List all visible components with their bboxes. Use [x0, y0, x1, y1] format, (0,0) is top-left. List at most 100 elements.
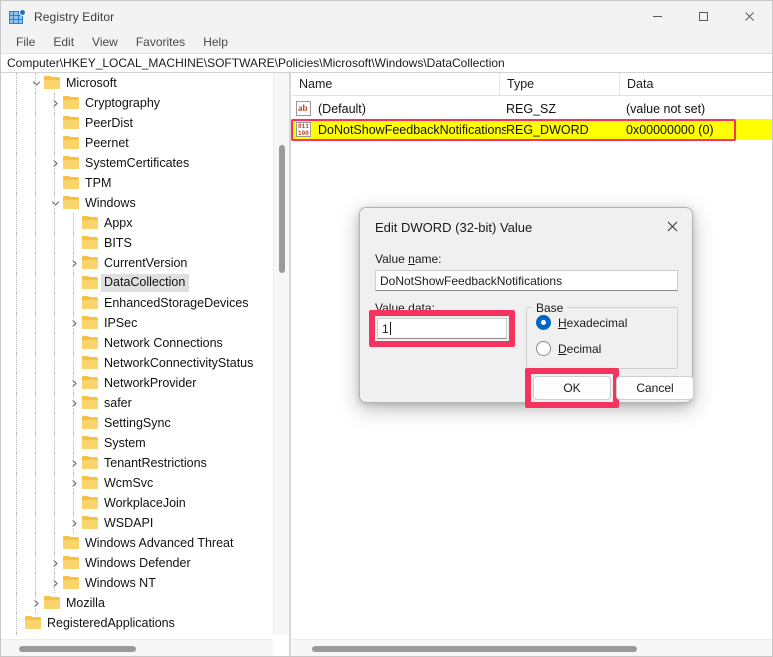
tree-item-networkconnectivitystatus[interactable]: NetworkConnectivityStatus — [1, 353, 273, 373]
tree-item-peerdist[interactable]: PeerDist — [1, 113, 273, 133]
menu-favorites[interactable]: Favorites — [127, 33, 194, 52]
tree-item-mozilla[interactable]: Mozilla — [1, 593, 273, 613]
tree-item-wcmsvc[interactable]: WcmSvc — [1, 473, 273, 493]
tree-item-systemcertificates[interactable]: SystemCertificates — [1, 153, 273, 173]
tree-item-workplacejoin[interactable]: WorkplaceJoin — [1, 493, 273, 513]
tree-item-wsdapi[interactable]: WSDAPI — [1, 513, 273, 533]
dialog-close-icon[interactable] — [658, 214, 686, 238]
value-name-input[interactable]: DoNotShowFeedbackNotifications — [375, 270, 678, 291]
tree-item-enhancedstoragedevices[interactable]: EnhancedStorageDevices — [1, 293, 273, 313]
chevron-right-icon[interactable] — [66, 473, 82, 493]
tree-guide-line — [35, 473, 36, 493]
tree-item-peernet[interactable]: Peernet — [1, 133, 273, 153]
tree-item-tenantrestrictions[interactable]: TenantRestrictions — [1, 453, 273, 473]
tree-item-safer[interactable]: safer — [1, 393, 273, 413]
tree-twisty-placeholder — [66, 273, 82, 293]
tree-item-label: WSDAPI — [104, 515, 154, 530]
chevron-right-icon[interactable] — [66, 453, 82, 473]
tree-guide-line — [54, 573, 55, 593]
tree-item-setup[interactable]: Setup — [1, 633, 273, 635]
edit-dword-dialog: Edit DWORD (32-bit) Value Value name: Do… — [359, 207, 694, 408]
menu-view[interactable]: View — [83, 33, 127, 52]
cancel-button[interactable]: Cancel — [616, 376, 694, 400]
tree-item-windows[interactable]: Windows — [1, 193, 273, 213]
tree-twisty-placeholder — [47, 133, 63, 153]
folder-icon — [82, 476, 99, 490]
tree-item-windows-advanced-threat[interactable]: Windows Advanced Threat — [1, 533, 273, 553]
minimize-button[interactable] — [634, 1, 680, 32]
chevron-right-icon[interactable] — [47, 553, 63, 573]
chevron-right-icon[interactable] — [47, 153, 63, 173]
chevron-right-icon[interactable] — [28, 593, 44, 613]
tree-item-bits[interactable]: BITS — [1, 233, 273, 253]
tree-item-microsoft[interactable]: Microsoft — [1, 73, 273, 93]
registry-key-tree[interactable]: Microsoft Cryptography PeerDist Peernet Syst… — [1, 73, 273, 635]
tree-guide-line — [54, 473, 55, 493]
tree-twisty-placeholder — [66, 413, 82, 433]
menu-help[interactable]: Help — [194, 33, 237, 52]
chevron-down-icon[interactable] — [28, 73, 44, 93]
tree-item-system[interactable]: System — [1, 433, 273, 453]
tree-item-label: RegisteredApplications — [47, 615, 175, 630]
chevron-right-icon[interactable] — [66, 373, 82, 393]
tree-guide-line — [54, 113, 55, 133]
tree-item-cryptography[interactable]: Cryptography — [1, 93, 273, 113]
tree-vscroll-thumb[interactable] — [279, 145, 285, 273]
tree-item-appx[interactable]: Appx — [1, 213, 273, 233]
chevron-right-icon[interactable] — [47, 573, 63, 593]
tree-guide-line — [35, 173, 36, 193]
tree-horizontal-scrollbar[interactable] — [1, 639, 273, 656]
folder-icon — [82, 376, 99, 390]
tree-item-datacollection[interactable]: DataCollection — [1, 273, 273, 293]
tree-item-registeredapplications[interactable]: RegisteredApplications — [1, 613, 273, 633]
chevron-right-icon[interactable] — [66, 313, 82, 333]
close-button[interactable] — [726, 1, 772, 32]
tree-item-settingsync[interactable]: SettingSync — [1, 413, 273, 433]
value-data-input[interactable]: 1 — [377, 318, 507, 339]
tree-guide-line — [54, 253, 55, 273]
tree-item-currentversion[interactable]: CurrentVersion — [1, 253, 273, 273]
tree-guide-line — [16, 273, 17, 293]
folder-icon — [63, 156, 80, 170]
tree-item-network-connections[interactable]: Network Connections — [1, 333, 273, 353]
ok-button[interactable]: OK — [533, 376, 611, 400]
maximize-button[interactable] — [680, 1, 726, 32]
chevron-right-icon[interactable] — [66, 253, 82, 273]
menu-file[interactable]: File — [7, 33, 44, 52]
tree-hscroll-thumb[interactable] — [19, 646, 136, 652]
chevron-right-icon[interactable] — [66, 513, 82, 533]
chevron-down-icon[interactable] — [47, 193, 63, 213]
address-bar[interactable]: Computer\HKEY_LOCAL_MACHINE\SOFTWARE\Pol… — [1, 53, 772, 73]
tree-guide-line — [16, 433, 17, 453]
tree-item-networkprovider[interactable]: NetworkProvider — [1, 373, 273, 393]
value-row-default[interactable]: (Default) REG_SZ (value not set) — [292, 98, 772, 119]
tree-item-ipsec[interactable]: IPSec — [1, 313, 273, 333]
value-data-label: Value data: — [375, 301, 435, 315]
tree-item-windows-nt[interactable]: Windows NT — [1, 573, 273, 593]
tree-guide-line — [35, 533, 36, 553]
tree-guide-line — [35, 113, 36, 133]
base-group-caption: Base — [532, 301, 568, 315]
column-header-type[interactable]: Type — [500, 73, 620, 96]
list-horizontal-scrollbar[interactable] — [292, 639, 772, 656]
chevron-right-icon[interactable] — [66, 393, 82, 413]
tree-vertical-scrollbar[interactable] — [273, 73, 289, 635]
value-row-donotshowfeedbacknotifications[interactable]: DoNotShowFeedbackNotifications REG_DWORD… — [292, 119, 772, 140]
chevron-right-icon[interactable] — [9, 633, 25, 635]
column-header-name[interactable]: Name — [292, 73, 500, 96]
tree-guide-line — [54, 173, 55, 193]
tree-item-label: TPM — [85, 175, 112, 190]
folder-icon — [82, 436, 99, 450]
tree-item-label: Windows — [85, 195, 136, 210]
tree-item-tpm[interactable]: TPM — [1, 173, 273, 193]
radio-decimal[interactable]: Decimal — [536, 341, 601, 356]
menu-edit[interactable]: Edit — [44, 33, 83, 52]
list-hscroll-thumb[interactable] — [312, 646, 637, 652]
pane-splitter[interactable] — [289, 73, 291, 656]
tree-item-windows-defender[interactable]: Windows Defender — [1, 553, 273, 573]
column-header-data[interactable]: Data — [620, 73, 772, 96]
tree-guide-line — [35, 193, 36, 213]
radio-hexadecimal[interactable]: Hexadecimal — [536, 315, 627, 330]
chevron-right-icon[interactable] — [47, 93, 63, 113]
tree-item-label: NetworkConnectivityStatus — [104, 355, 254, 370]
